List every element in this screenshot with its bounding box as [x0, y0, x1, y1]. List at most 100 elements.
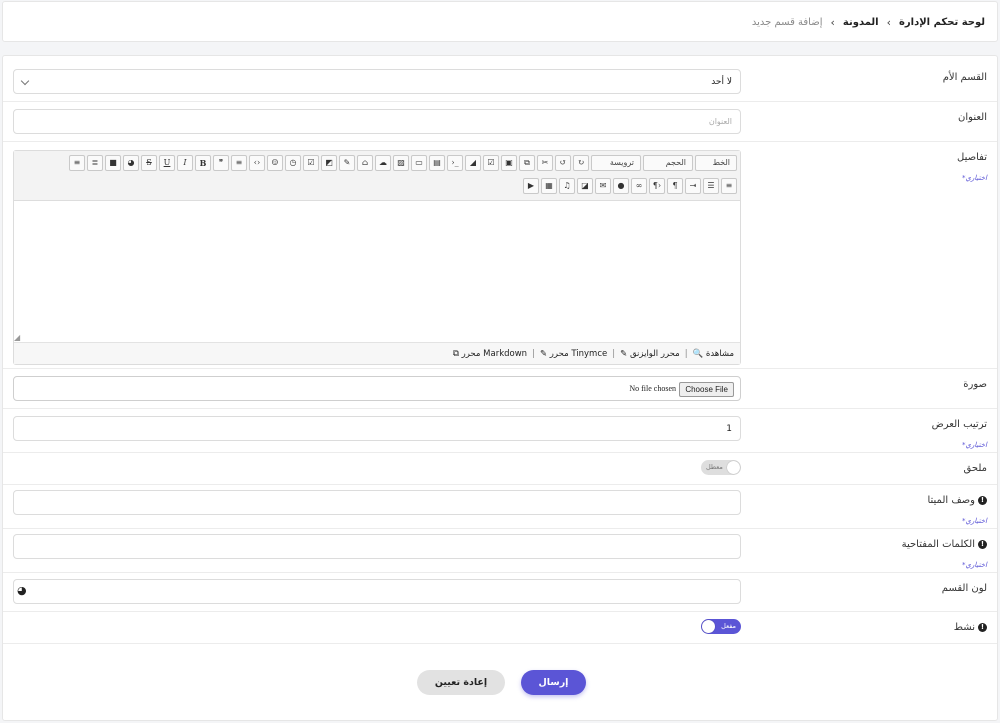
optional-note: *اختياري — [962, 561, 987, 569]
align-right-icon[interactable]: ≣ — [87, 155, 103, 171]
rtl-icon[interactable]: ¶ — [667, 178, 683, 194]
markdown-mode[interactable]: ⧉ محرر Markdown — [453, 349, 527, 359]
font-select[interactable]: الخط — [695, 155, 737, 171]
active-label: نشط — [953, 622, 975, 633]
chevron-down-icon — [20, 76, 30, 86]
eraser-icon[interactable]: ◢ — [465, 155, 481, 171]
quote-icon[interactable]: ❞ — [213, 155, 229, 171]
divider: | — [532, 349, 535, 359]
optional-note: *اختياري — [962, 174, 987, 182]
meta-keywords-input[interactable] — [13, 534, 741, 559]
reset-button[interactable]: إعادة تعيين — [417, 670, 505, 695]
wysiwyg-label: محرر الوايزنق — [629, 349, 680, 359]
editor-toolbar: الخط الحجم ترويسة ↻ ↺ ✂ ⧉ ▣ ☑ ◢ ›_ ▤ ▭ ▨… — [14, 151, 740, 201]
indent-icon[interactable]: ⇥ — [685, 178, 701, 194]
order-value: 1 — [726, 424, 732, 434]
breadcrumb-item-dashboard[interactable]: لوحة تحكم الإدارة — [899, 17, 985, 28]
file-icon[interactable]: ▤ — [429, 155, 445, 171]
list-icon[interactable]: ≡ — [231, 155, 247, 171]
toggle-knob — [702, 620, 715, 633]
pinned-row: ملحق معطل — [3, 453, 997, 485]
strike-icon[interactable]: S — [141, 155, 157, 171]
palette-icon[interactable]: ◕ — [17, 584, 27, 597]
edit-icon[interactable]: ◩ — [321, 155, 337, 171]
tinymce-mode[interactable]: ✎ محرر Tinymce — [540, 349, 607, 359]
preview-label: مشاهدة — [705, 349, 734, 359]
cut-icon[interactable]: ✂ — [537, 155, 553, 171]
info-icon[interactable]: ! — [978, 622, 987, 632]
optional-note: *اختياري — [962, 517, 987, 525]
copy-icon[interactable]: ⧉ — [519, 155, 535, 171]
mail-icon[interactable]: ✉ — [595, 178, 611, 194]
meta-description-input[interactable] — [13, 490, 741, 515]
pinned-toggle[interactable]: معطل — [701, 460, 741, 475]
meta-description-label-wrap: وصف الميتا! — [927, 495, 987, 506]
image-row: صورة Choose File No file chosen — [3, 369, 997, 409]
bold-icon[interactable]: B — [195, 155, 211, 171]
toolbar-row-1: الخط الحجم ترويسة ↻ ↺ ✂ ⧉ ▣ ☑ ◢ ›_ ▤ ▭ ▨… — [69, 155, 737, 171]
order-input[interactable]: 1 — [13, 416, 741, 441]
file-status: No file chosen — [629, 384, 676, 393]
preview-mode[interactable]: 🔍 مشاهدة — [693, 349, 734, 359]
info-icon[interactable]: ! — [978, 495, 987, 505]
expand-icon[interactable]: ◪ — [577, 178, 593, 194]
resize-handle[interactable]: ◢ — [14, 333, 20, 342]
color-input[interactable]: ◕ — [13, 579, 741, 604]
meta-keywords-label: الكلمات المفتاحية — [901, 539, 975, 550]
paste-text-icon[interactable]: ☑ — [483, 155, 499, 171]
tag-code-icon[interactable]: ‹› — [249, 155, 265, 171]
image-file-input: Choose File No file chosen — [13, 376, 741, 401]
music-icon[interactable]: ♫ — [559, 178, 575, 194]
submit-button[interactable]: إرسال — [521, 670, 586, 695]
underline-icon[interactable]: U — [159, 155, 175, 171]
active-row: نشط! مفعل — [3, 612, 997, 644]
color-row: لون القسم ◕ — [3, 573, 997, 612]
checkbox-icon[interactable]: ☑ — [303, 155, 319, 171]
info-icon[interactable]: ! — [978, 539, 987, 549]
title-row: العنوان العنوان — [3, 102, 997, 142]
title-input[interactable]: العنوان — [13, 109, 741, 134]
youtube-icon[interactable]: ▶ — [523, 178, 539, 194]
meta-description-row: وصف الميتا! *اختياري — [3, 485, 997, 529]
smile-icon[interactable]: ☺ — [267, 155, 283, 171]
chat-icon[interactable]: ● — [613, 178, 629, 194]
align-left-icon[interactable]: ≡ — [721, 178, 737, 194]
parent-select[interactable]: لا أحد — [13, 69, 741, 94]
square-icon[interactable]: ■ — [105, 155, 121, 171]
active-label-wrap: نشط! — [954, 622, 987, 633]
basket-icon[interactable]: ⌂ — [357, 155, 373, 171]
divider: | — [684, 349, 688, 359]
parent-select-value: لا أحد — [711, 77, 732, 87]
redo-icon[interactable]: ↻ — [573, 155, 589, 171]
size-select[interactable]: الحجم — [643, 155, 693, 171]
link-icon[interactable]: ∞ — [631, 178, 647, 194]
code-icon[interactable]: ›_ — [447, 155, 463, 171]
wysiwyg-mode[interactable]: ✎ محرر الوايزنق — [620, 349, 680, 359]
title-placeholder: العنوان — [708, 117, 732, 126]
breadcrumb-item-blog[interactable]: المدونة — [843, 17, 879, 28]
meta-keywords-row: الكلمات المفتاحية! *اختياري — [3, 529, 997, 573]
paste-icon[interactable]: ▣ — [501, 155, 517, 171]
justify-icon[interactable]: ☰ — [703, 178, 719, 194]
toggle-knob — [727, 461, 740, 474]
image-icon[interactable]: ▨ — [393, 155, 409, 171]
ltr-icon[interactable]: ¶› — [649, 178, 665, 194]
active-toggle[interactable]: مفعل — [701, 619, 741, 634]
toolbar-row-2: ≡ ☰ ⇥ ¶ ¶› ∞ ● ✉ ◪ ♫ ▦ ▶ — [523, 178, 737, 194]
choose-file-button[interactable]: Choose File — [679, 382, 734, 397]
align-center-icon[interactable]: ≡ — [69, 155, 85, 171]
italic-icon[interactable]: I — [177, 155, 193, 171]
active-toggle-text: مفعل — [721, 622, 736, 630]
history-icon[interactable]: ◷ — [285, 155, 301, 171]
upload-icon[interactable]: ☁ — [375, 155, 391, 171]
details-label: تفاصيل — [957, 152, 987, 163]
box-icon[interactable]: ▭ — [411, 155, 427, 171]
editor-body[interactable] — [14, 201, 740, 342]
meta-keywords-label-wrap: الكلمات المفتاحية! — [902, 539, 987, 550]
color-label: لون القسم — [941, 583, 987, 594]
video-icon[interactable]: ▦ — [541, 178, 557, 194]
undo-icon[interactable]: ↺ — [555, 155, 571, 171]
heading-select[interactable]: ترويسة — [591, 155, 641, 171]
pencil-icon[interactable]: ✎ — [339, 155, 355, 171]
palette-icon[interactable]: ◕ — [123, 155, 139, 171]
